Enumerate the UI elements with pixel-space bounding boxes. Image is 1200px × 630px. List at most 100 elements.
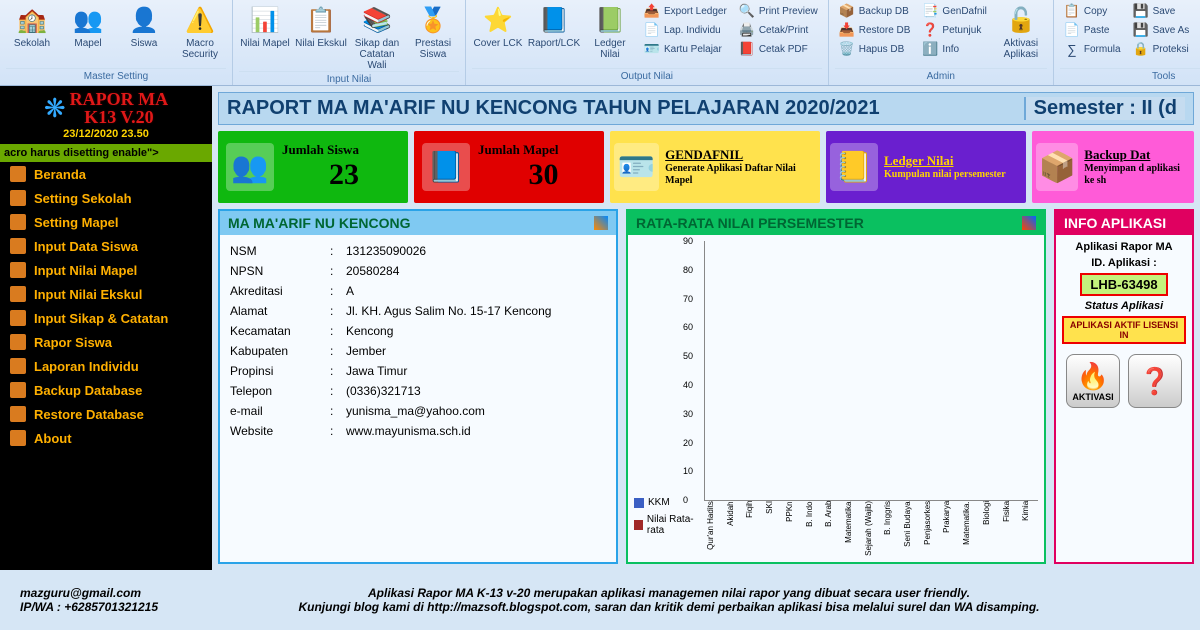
nilai-mapel-icon: 📊: [249, 4, 281, 36]
lap-individu-button[interactable]: 📄Lap. Individu: [640, 21, 731, 39]
petunjuk-icon: ❓: [922, 22, 938, 38]
menu-icon: [10, 286, 26, 302]
sidebar-item-7[interactable]: Rapor Siswa: [0, 330, 212, 354]
restore-db-icon: 📥: [839, 22, 855, 38]
hapus-db-button[interactable]: 🗑️Hapus DB: [835, 40, 915, 58]
prestasi-button[interactable]: 🏅Prestasi Siswa: [407, 2, 459, 71]
print-preview-icon: 🔍: [739, 3, 755, 19]
sidebar-item-3[interactable]: Input Data Siswa: [0, 234, 212, 258]
info-row: e-mail:yunisma_ma@yahoo.com: [230, 401, 606, 421]
paste-button[interactable]: 📄Paste: [1060, 21, 1125, 39]
sikap-button[interactable]: 📚Sikap dan Catatan Wali: [351, 2, 403, 71]
ledger-nilai-icon: 📗: [594, 4, 626, 36]
sidebar-item-0[interactable]: Beranda: [0, 162, 212, 186]
info-icon: ℹ️: [922, 41, 938, 57]
sidebar-item-8[interactable]: Laporan Individu: [0, 354, 212, 378]
menu-icon: [10, 406, 26, 422]
sidebar-item-9[interactable]: Backup Database: [0, 378, 212, 402]
sidebar-item-4[interactable]: Input Nilai Mapel: [0, 258, 212, 282]
app-version: K13 V.20: [70, 108, 168, 126]
page-title: RAPORT MA MA'ARIF NU KENCONG TAHUN PELAJ…: [227, 97, 880, 120]
card-gendafnil[interactable]: 🪪 GENDAFNILGenerate Aplikasi Daftar Nila…: [610, 131, 820, 203]
mapel-button[interactable]: 👥Mapel: [62, 2, 114, 68]
cetak-pdf-icon: 📕: [739, 41, 755, 57]
info-row: Propinsi:Jawa Timur: [230, 361, 606, 381]
cetak-print-button[interactable]: 🖨️Cetak/Print: [735, 21, 822, 39]
menu-icon: [10, 238, 26, 254]
sidebar-item-10[interactable]: Restore Database: [0, 402, 212, 426]
info-row: Website:www.mayunisma.sch.id: [230, 421, 606, 441]
paste-icon: 📄: [1064, 22, 1080, 38]
chart-plot: 0102030405060708090: [704, 241, 1038, 501]
formula-button[interactable]: ∑Formula: [1060, 40, 1125, 58]
aktivasi-button[interactable]: 🔓Aktivasi Aplikasi: [995, 2, 1047, 68]
card-backup[interactable]: 📦 Backup DatMenyimpan d aplikasi ke sh: [1032, 131, 1194, 203]
macro-icon: ⚠️: [184, 4, 216, 36]
save-as-button[interactable]: 💾Save As: [1129, 21, 1194, 39]
menu-icon: [10, 262, 26, 278]
export-ledger-button[interactable]: 📤Export Ledger: [640, 2, 731, 20]
petunjuk-button[interactable]: ❓Petunjuk: [918, 21, 990, 39]
backup-db-button[interactable]: 📦Backup DB: [835, 2, 915, 20]
print-preview-button[interactable]: 🔍Print Preview: [735, 2, 822, 20]
sidebar-item-5[interactable]: Input Nilai Ekskul: [0, 282, 212, 306]
ledger-nilai-button[interactable]: 📗Ledger Nilai: [584, 2, 636, 68]
sidebar-item-1[interactable]: Setting Sekolah: [0, 186, 212, 210]
logo-icon: ❋: [44, 93, 66, 124]
panel-chart: RATA-RATA NILAI PERSEMESTER KKM Nilai Ra…: [626, 209, 1046, 564]
cetak-pdf-button[interactable]: 📕Cetak PDF: [735, 40, 822, 58]
save-as-icon: 💾: [1133, 22, 1149, 38]
copy-button[interactable]: 📋Copy: [1060, 2, 1125, 20]
lap-individu-icon: 📄: [644, 22, 660, 38]
panel-info-aplikasi: INFO APLIKASI Aplikasi Rapor MA ID. Apli…: [1054, 209, 1194, 564]
sidebar: ❋ RAPOR MA K13 V.20 23/12/2020 23.50 acr…: [0, 86, 212, 570]
sekolah-button[interactable]: 🏫Sekolah: [6, 2, 58, 68]
info-row: Kecamatan:Kencong: [230, 321, 606, 341]
app-logo: ❋ RAPOR MA K13 V.20 23/12/2020 23.50: [0, 86, 212, 144]
proteksi-button[interactable]: 🔒Proteksi: [1129, 40, 1194, 58]
stat-mapel[interactable]: 📘 Jumlah Mapel30: [414, 131, 604, 203]
page-title-bar: RAPORT MA MA'ARIF NU KENCONG TAHUN PELAJ…: [218, 92, 1194, 125]
mapel-icon: 👥: [72, 4, 104, 36]
sekolah-icon: 🏫: [16, 4, 48, 36]
raport-lck-icon: 📘: [538, 4, 570, 36]
cover-lck-icon: ⭐: [482, 4, 514, 36]
macro-button[interactable]: ⚠️Macro Security: [174, 2, 226, 68]
save-icon: 💾: [1133, 3, 1149, 19]
export-ledger-icon: 📤: [644, 3, 660, 19]
help-button[interactable]: ❓: [1128, 354, 1182, 408]
kartu-pelajar-icon: 🪪: [644, 41, 660, 57]
siswa-button[interactable]: 👤Siswa: [118, 2, 170, 68]
kartu-pelajar-button[interactable]: 🪪Kartu Pelajar: [640, 40, 731, 58]
stat-row: 👥 Jumlah Siswa23 📘 Jumlah Mapel30 🪪 GEND…: [218, 131, 1194, 203]
nilai-mapel-button[interactable]: 📊Nilai Mapel: [239, 2, 291, 71]
panel-school-info: MA MA'ARIF NU KENCONG NSM:131235090026NP…: [218, 209, 618, 564]
footer-email: mazguru@gmail.com: [20, 586, 158, 600]
stat-siswa[interactable]: 👥 Jumlah Siswa23: [218, 131, 408, 203]
backup-db-icon: 📦: [839, 3, 855, 19]
cover-lck-button[interactable]: ⭐Cover LCK: [472, 2, 524, 68]
info-button[interactable]: ℹ️Info: [918, 40, 990, 58]
menu-icon: [10, 166, 26, 182]
sidebar-item-11[interactable]: About: [0, 426, 212, 450]
cetak-print-icon: 🖨️: [739, 22, 755, 38]
card-ledger[interactable]: 📒 Ledger NilaiKumpulan nilai persemester: [826, 131, 1026, 203]
info-row: Telepon:(0336)321713: [230, 381, 606, 401]
restore-db-button[interactable]: 📥Restore DB: [835, 21, 915, 39]
aktivasi-icon: 🔓: [1005, 4, 1037, 36]
sidebar-item-2[interactable]: Setting Mapel: [0, 210, 212, 234]
formula-icon: ∑: [1064, 41, 1080, 57]
raport-lck-button[interactable]: 📘Raport/LCK: [528, 2, 580, 68]
proteksi-icon: 🔒: [1133, 41, 1149, 57]
gendafnil-icon: 📑: [922, 3, 938, 19]
menu-icon: [10, 310, 26, 326]
gendafnil-button[interactable]: 📑GenDafnil: [918, 2, 990, 20]
hapus-db-icon: 🗑️: [839, 41, 855, 57]
nilai-ekskul-button[interactable]: 📋Nilai Ekskul: [295, 2, 347, 71]
chart-legend: KKM Nilai Rata-rata: [634, 241, 704, 556]
notebook-icon: 📒: [830, 143, 878, 191]
info-row: Kabupaten:Jember: [230, 341, 606, 361]
save-button[interactable]: 💾Save: [1129, 2, 1194, 20]
aktivasi-button[interactable]: 🔥AKTIVASI: [1066, 354, 1120, 408]
sidebar-item-6[interactable]: Input Sikap & Catatan: [0, 306, 212, 330]
